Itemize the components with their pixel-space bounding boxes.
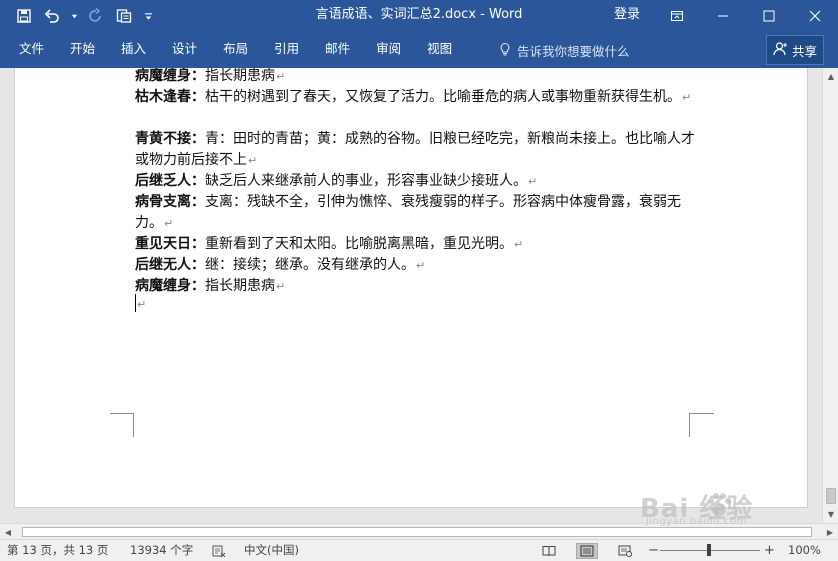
entry-definition: 枯干的树遇到了春天，又恢复了活力。比喻垂危的病人或事物重新获得生机。 [205, 89, 681, 105]
paragraph-mark-icon: ↵ [276, 280, 286, 293]
entry-term: 青黄不接： [135, 131, 205, 147]
maximize-icon[interactable] [746, 0, 792, 32]
entry-term: 病骨支离： [135, 194, 205, 210]
ribbon-tabs: 文件 开始 插入 设计 布局 引用 邮件 审阅 视图 [6, 32, 465, 68]
entry-definition: 青：田时的青苗；黄：成熟的谷物。旧粮已经吃完，新粮尚未接上。也比喻人才或物力前后… [135, 131, 695, 168]
entry-definition: 指长期患病 [205, 278, 275, 294]
zoom-out-button[interactable]: − [648, 540, 659, 561]
zoom-level[interactable]: 100% [788, 540, 821, 561]
touch-mode-icon[interactable] [114, 6, 134, 26]
crop-mark-left [110, 413, 134, 437]
paragraph-entry[interactable]: 后继乏人：缺乏后人来继承前人的事业，形容事业缺少接班人。↵ [135, 171, 695, 192]
tab-design[interactable]: 设计 [159, 32, 210, 68]
entry-definition: 指长期患病 [205, 68, 275, 84]
word-count[interactable]: 13934 个字 [130, 540, 193, 561]
minimize-icon[interactable] [700, 0, 746, 32]
paragraph-mark-icon: ↵ [276, 70, 286, 83]
window-controls [654, 0, 838, 32]
page-count[interactable]: 第 13 页，共 13 页 [7, 540, 108, 561]
share-label: 共享 [791, 43, 817, 59]
entry-definition: 支离：残缺不全，引伸为憔悴、衰残瘦弱的样子。形容病中体瘦骨露，衰弱无力。 [135, 194, 681, 231]
status-bar: 第 13 页，共 13 页 13934 个字 中文(中国) − + 100% [0, 539, 838, 561]
login-link[interactable]: 登录 [608, 0, 646, 32]
language-indicator[interactable]: 中文(中国) [244, 540, 299, 561]
entry-term: 病魔缠身： [135, 68, 205, 84]
ribbon-tab-bar: 文件 开始 插入 设计 布局 引用 邮件 审阅 视图 告诉我你想要做什么 共享 [0, 32, 838, 68]
redo-icon[interactable] [86, 6, 106, 26]
tab-layout[interactable]: 布局 [210, 32, 261, 68]
paragraph-mark-icon: ↵ [137, 298, 147, 311]
document-workspace[interactable]: 病魔缠身：指长期患病↵ 枯木逢春：枯干的树遇到了春天，又恢复了活力。比喻垂危的病… [0, 68, 822, 523]
entry-term: 后继无人： [135, 257, 205, 273]
paragraph-mark-icon: ↵ [416, 259, 426, 272]
person-icon [773, 41, 788, 59]
paragraph-entry[interactable]: 病魔缠身：指长期患病↵ [135, 276, 695, 297]
scroll-down-icon[interactable]: ▼ [823, 506, 838, 522]
text-cursor [135, 294, 136, 312]
entry-definition: 继：接续；继承。没有继承的人。 [205, 257, 415, 273]
close-icon[interactable] [792, 0, 838, 32]
ribbon-display-icon[interactable] [654, 0, 700, 32]
read-mode-icon[interactable] [538, 543, 560, 559]
tab-review[interactable]: 审阅 [363, 32, 414, 68]
zoom-slider-knob[interactable] [707, 544, 711, 556]
undo-icon[interactable] [42, 6, 62, 26]
paragraph-entry[interactable]: 后继无人：继：接续；继承。没有继承的人。↵ [135, 255, 695, 276]
paragraph-mark-icon: ↵ [164, 217, 174, 230]
zoom-in-button[interactable]: + [764, 540, 775, 561]
paragraph-entry[interactable]: 重见天日：重新看到了天和太阳。比喻脱离黑暗，重见光明。↵ [135, 234, 695, 255]
quick-access-toolbar [14, 6, 154, 26]
tab-view[interactable]: 视图 [414, 32, 465, 68]
vertical-scroll-thumb[interactable] [826, 488, 836, 504]
lightbulb-icon [498, 42, 512, 59]
entry-term: 枯木逢春： [135, 89, 205, 105]
vertical-scrollbar[interactable]: ▲ ▼ [822, 68, 838, 523]
watermark-url: jingyan.baidu.com [646, 516, 747, 527]
paragraph-mark-icon: ↵ [248, 154, 258, 167]
scroll-left-icon[interactable]: ◀ [0, 524, 16, 540]
scroll-right-icon[interactable]: ▶ [822, 524, 838, 540]
tell-me-text: 告诉我你想要做什么 [517, 43, 630, 59]
scroll-up-icon[interactable]: ▲ [823, 68, 838, 84]
partial-paragraph[interactable]: 病魔缠身：指长期患病↵ [135, 68, 695, 87]
crop-mark-right [689, 413, 714, 437]
entry-term: 后继乏人： [135, 173, 205, 189]
undo-dropdown-icon[interactable] [70, 6, 78, 26]
tab-file[interactable]: 文件 [6, 32, 57, 68]
share-button[interactable]: 共享 [766, 35, 824, 65]
entry-term: 病魔缠身： [135, 278, 205, 294]
horizontal-scroll-thumb[interactable] [22, 527, 812, 537]
entry-definition: 缺乏后人来继承前人的事业，形容事业缺少接班人。 [205, 173, 527, 189]
document-page[interactable]: 病魔缠身：指长期患病↵ 枯木逢春：枯干的树遇到了春天，又恢复了活力。比喻垂危的病… [14, 68, 808, 508]
tell-me-box[interactable]: 告诉我你想要做什么 [498, 32, 630, 68]
tab-insert[interactable]: 插入 [108, 32, 159, 68]
paragraph-entry[interactable]: 枯木逢春：枯干的树遇到了春天，又恢复了活力。比喻垂危的病人或事物重新获得生机。↵ [135, 87, 695, 108]
tab-home[interactable]: 开始 [57, 32, 108, 68]
tab-references[interactable]: 引用 [261, 32, 312, 68]
baidu-watermark: Bai 经验 jingyan.baidu.com [640, 488, 753, 527]
customize-icon[interactable] [142, 6, 154, 26]
paragraph-mark-icon: ↵ [528, 175, 538, 188]
entry-term: 重见天日： [135, 236, 205, 252]
title-bar: 言语成语、实词汇总2.docx - Word 登录 [0, 0, 838, 32]
print-layout-icon[interactable] [576, 543, 598, 559]
paragraph-mark-icon: ↵ [682, 91, 692, 104]
web-layout-icon[interactable] [614, 543, 636, 559]
proofing-icon[interactable] [212, 540, 226, 561]
paragraph-entry[interactable]: 青黄不接：青：田时的青苗；黄：成熟的谷物。旧粮已经吃完，新粮尚未接上。也比喻人才… [135, 129, 695, 171]
save-icon[interactable] [14, 6, 34, 26]
paragraph-mark-icon: ↵ [514, 238, 524, 251]
entry-definition: 重新看到了天和太阳。比喻脱离黑暗，重见光明。 [205, 236, 513, 252]
paragraph-entry[interactable]: 病骨支离：支离：残缺不全，引伸为憔悴、衰残瘦弱的样子。形容病中体瘦骨露，衰弱无力… [135, 192, 695, 234]
tab-mailings[interactable]: 邮件 [312, 32, 363, 68]
